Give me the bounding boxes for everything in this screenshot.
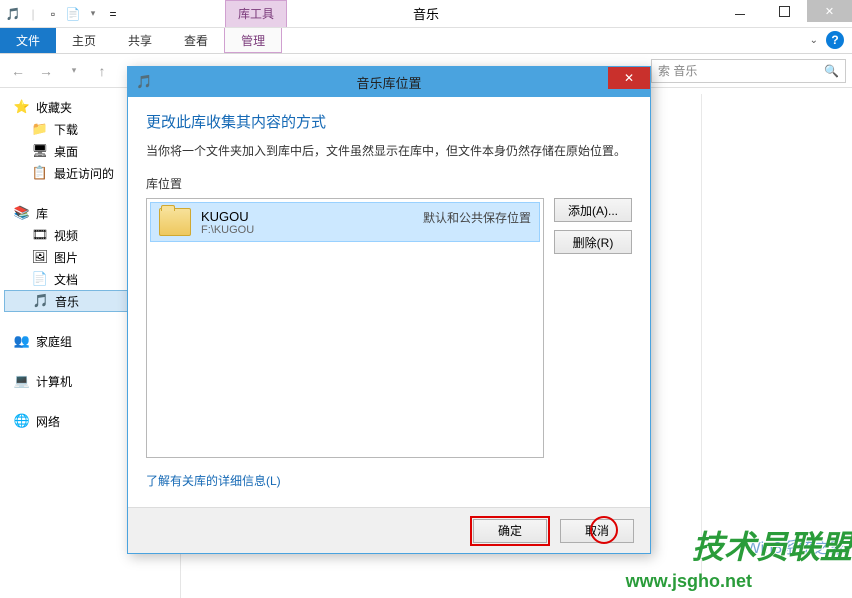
new-folder-icon[interactable]: 📄 [64,5,82,23]
add-button[interactable]: 添加(A)... [554,198,632,222]
star-icon: ⭐ [14,99,30,115]
dialog-heading: 更改此库收集其内容的方式 [146,111,632,132]
dialog-body: 更改此库收集其内容的方式 当你将一个文件夹加入到库中后，文件虽然显示在库中，但文… [128,97,650,507]
folder-name: KUGOU [201,209,254,224]
close-button[interactable] [807,0,852,22]
computer-icon: 💻 [14,373,30,389]
video-icon: 🎞 [32,227,48,243]
library-locations-list[interactable]: KUGOU F:\KUGOU 默认和公共保存位置 [146,198,544,458]
folder-icon [159,208,191,236]
folder-path: F:\KUGOU [201,224,254,236]
contextual-tab-label: 库工具 [225,0,287,27]
nav-up-button[interactable]: ↑ [90,59,114,83]
library-locations-dialog: 🎵 音乐库位置 ✕ 更改此库收集其内容的方式 当你将一个文件夹加入到库中后，文件… [127,66,651,554]
default-location-label: 默认和公共保存位置 [423,209,531,226]
remove-button[interactable]: 删除(R) [554,230,632,254]
document-icon: 📄 [32,271,48,287]
music-icon: 🎵 [136,74,152,90]
search-icon: 🔍 [824,64,839,78]
tab-home[interactable]: 主页 [56,28,112,53]
folder-icon: 📁 [32,121,48,137]
music-icon: 🎵 [4,5,22,23]
nav-history-dropdown[interactable]: ▾ [62,59,86,83]
cancel-button[interactable]: 取消 [560,519,634,543]
file-tab[interactable]: 文件 [0,28,56,53]
help-icon[interactable]: ? [826,31,844,49]
maximize-button[interactable] [762,0,807,22]
dialog-titlebar: 🎵 音乐库位置 ✕ [128,67,650,97]
search-input[interactable]: 索 音乐 🔍 [651,59,846,83]
picture-icon: 🖼 [32,249,48,265]
learn-more-link[interactable]: 了解有关库的详细信息(L) [146,472,632,489]
undo-icon[interactable]: = [104,5,122,23]
window-titlebar: 🎵 | ▫ 📄 ▾ = 库工具 音乐 [0,0,852,28]
quick-access-toolbar: 🎵 | ▫ 📄 ▾ = [0,5,122,23]
list-label: 库位置 [146,175,632,192]
dialog-close-button[interactable]: ✕ [608,67,650,89]
expand-ribbon-icon[interactable]: ⌄ [810,35,818,46]
nav-back-button[interactable]: ← [6,59,30,83]
window-title: 音乐 [413,4,439,23]
qat-sep: | [24,5,42,23]
dialog-description: 当你将一个文件夹加入到库中后，文件虽然显示在库中，但文件本身仍然存储在原始位置。 [146,142,632,159]
ok-button[interactable]: 确定 [473,519,547,543]
homegroup-icon: 👥 [14,333,30,349]
search-placeholder: 索 音乐 [658,62,697,79]
minimize-button[interactable] [717,0,762,22]
music-icon: 🎵 [33,293,49,309]
list-item[interactable]: KUGOU F:\KUGOU 默认和公共保存位置 [150,202,540,242]
ribbon-tabs: 文件 主页 共享 查看 管理 ⌄ ? [0,28,852,54]
window-controls [717,0,852,22]
ok-highlight-annotation: 确定 [470,516,550,546]
library-icon: 📚 [14,205,30,221]
tab-share[interactable]: 共享 [112,28,168,53]
desktop-icon: 🖥 [32,143,48,159]
nav-forward-button[interactable]: → [34,59,58,83]
dialog-footer: 确定 取消 [128,507,650,553]
dialog-title: 音乐库位置 [356,73,421,92]
network-icon: 🌐 [14,413,30,429]
tab-view[interactable]: 查看 [168,28,224,53]
properties-icon[interactable]: ▫ [44,5,62,23]
tab-manage[interactable]: 管理 [224,28,282,53]
recent-icon: 📋 [32,165,48,181]
qat-dropdown-icon[interactable]: ▾ [84,5,102,23]
